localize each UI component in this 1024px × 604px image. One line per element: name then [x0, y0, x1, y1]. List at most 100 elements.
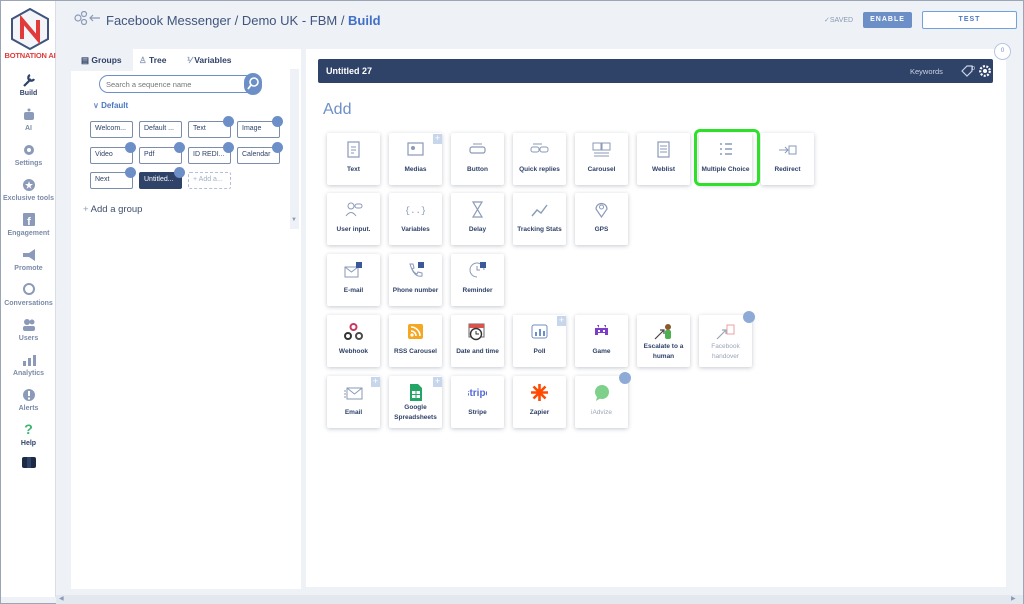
horizontal-scrollbar[interactable]: ◀ ▶: [56, 595, 1023, 604]
block-card-label: Webhook: [338, 348, 369, 355]
add-group-button[interactable]: + Add a group: [83, 204, 142, 215]
nav-analytics[interactable]: Analytics: [1, 353, 56, 377]
link-icon: [272, 116, 283, 127]
block-card-reminder[interactable]: Reminder: [451, 254, 504, 306]
block-card-zapier[interactable]: Zapier: [513, 376, 566, 428]
block-card-carousel[interactable]: Carousel: [575, 133, 628, 185]
nav-promote[interactable]: Promote: [1, 248, 56, 272]
nav-users[interactable]: Users: [1, 318, 56, 342]
plus-icon: +: [83, 204, 91, 215]
breadcrumb-bot[interactable]: Demo UK - FBM: [242, 13, 337, 28]
handover-icon: [716, 324, 735, 340]
collapse-toggle-icon[interactable]: [22, 457, 36, 468]
gear-icon[interactable]: [979, 65, 991, 77]
back-network-icon[interactable]: [74, 11, 102, 25]
nav-alerts[interactable]: Alerts: [1, 388, 56, 412]
saved-status: ✓SAVED: [824, 17, 854, 24]
chart-icon: [22, 355, 36, 366]
sequence-item[interactable]: Welcom...: [90, 121, 133, 138]
nav-conversations[interactable]: Conversations: [1, 283, 56, 307]
scroll-left-icon: ◀: [59, 596, 64, 602]
botnation-logo-icon[interactable]: [10, 8, 50, 50]
user-input-icon: [345, 202, 363, 217]
app-window: BOTNATION AI Build AI Settings Exclusive…: [0, 0, 1024, 604]
calendar-clock-icon: [468, 323, 485, 341]
nav-ai[interactable]: AI: [1, 108, 56, 132]
plus-icon[interactable]: +: [371, 377, 380, 387]
block-card-button[interactable]: Button: [451, 133, 504, 185]
carousel-icon: [592, 142, 611, 157]
block-card-webhook[interactable]: Webhook: [327, 315, 380, 367]
block-card-escalate-to-a-human[interactable]: Escalate to a human: [637, 315, 690, 367]
sequence-title-bar: Untitled 27 Keywords 0: [318, 59, 993, 83]
webhook-icon: [344, 323, 363, 340]
notification-badge[interactable]: 0: [994, 43, 1011, 60]
block-card-label: Email: [344, 409, 363, 416]
block-card-phone-number[interactable]: Phone number: [389, 254, 442, 306]
link-icon: [174, 167, 185, 178]
trash-icon[interactable]: [743, 311, 755, 323]
email-icon: [344, 387, 363, 400]
medias-icon: [407, 142, 424, 156]
nav-build[interactable]: Build: [1, 73, 56, 97]
tab-tree[interactable]: ♙ Tree: [139, 55, 166, 66]
breadcrumb: Facebook Messenger / Demo UK - FBM / Bui…: [106, 13, 381, 28]
block-card-weblist[interactable]: Weblist: [637, 133, 690, 185]
nav-settings[interactable]: Settings: [1, 143, 56, 167]
block-card-facebook-handover[interactable]: Facebook handover: [699, 315, 752, 367]
search-button[interactable]: [244, 73, 262, 95]
block-card-stripe[interactable]: stripe Stripe: [451, 376, 504, 428]
nav-engagement[interactable]: f Engagement: [1, 213, 56, 237]
nav-exclusive-tools[interactable]: Exclusive tools: [1, 178, 56, 202]
block-card-label: Delay: [468, 226, 487, 233]
chevron-down-icon: ∨: [93, 101, 102, 110]
stripe-icon: stripe: [468, 388, 487, 399]
block-card-text[interactable]: Text: [327, 133, 380, 185]
test-button[interactable]: TEST: [922, 11, 1017, 29]
block-card-gps[interactable]: GPS: [575, 193, 628, 245]
left-panel-scrollbar[interactable]: ▼: [290, 69, 299, 229]
group-name: Default: [101, 101, 129, 110]
enable-button[interactable]: ENABLE: [863, 12, 912, 28]
email-fb-icon: [344, 262, 362, 278]
plus-icon[interactable]: +: [433, 134, 442, 144]
keywords-tag-icon[interactable]: 0: [961, 65, 975, 77]
block-card-label: Medias: [404, 166, 427, 173]
block-card-game[interactable]: Game: [575, 315, 628, 367]
block-card-iadvize[interactable]: iAdvize: [575, 376, 628, 428]
users-icon: [22, 319, 35, 331]
add-sequence-button[interactable]: + Add a...: [188, 172, 231, 189]
block-card-label: Quick replies: [519, 166, 560, 173]
nav-help[interactable]: ? Help: [1, 421, 56, 447]
block-card-redirect[interactable]: Redirect: [761, 133, 814, 185]
sequence-search-input[interactable]: [99, 75, 261, 93]
text-icon: [347, 141, 360, 158]
plus-icon[interactable]: +: [433, 377, 442, 387]
search-icon: [247, 77, 259, 90]
link-icon: [272, 142, 283, 153]
block-card-label: Variables: [401, 226, 430, 233]
variables-icon: {..}: [406, 206, 425, 216]
block-card-delay[interactable]: Delay: [451, 193, 504, 245]
plus-icon[interactable]: +: [557, 316, 566, 326]
breadcrumb-channel[interactable]: Facebook Messenger: [106, 13, 231, 28]
block-card-tracking-stats[interactable]: Tracking Stats: [513, 193, 566, 245]
star-icon: [22, 179, 35, 191]
block-card-label: Game: [592, 348, 611, 355]
keywords-link[interactable]: Keywords: [910, 67, 943, 76]
tab-groups[interactable]: ▤ Groups: [81, 55, 122, 66]
sequence-item[interactable]: Default ...: [139, 121, 182, 138]
trash-icon[interactable]: [619, 372, 631, 384]
block-card-date-and-time[interactable]: Date and time: [451, 315, 504, 367]
block-card-rss-carousel[interactable]: RSS Carousel: [389, 315, 442, 367]
group-default-header[interactable]: ∨ Default: [93, 101, 128, 110]
block-card-variables[interactable]: {..} Variables: [389, 193, 442, 245]
block-card-user-input[interactable]: User input.: [327, 193, 380, 245]
block-card-label: Phone number: [392, 287, 439, 294]
game-icon: [595, 325, 608, 335]
block-card-e-mail[interactable]: E-mail: [327, 254, 380, 306]
tab-variables[interactable]: ⅟ Variables: [187, 55, 232, 66]
sequence-title[interactable]: Untitled 27: [326, 66, 372, 76]
nav-engagement-label: Engagement: [7, 230, 50, 237]
block-card-quick-replies[interactable]: Quick replies: [513, 133, 566, 185]
